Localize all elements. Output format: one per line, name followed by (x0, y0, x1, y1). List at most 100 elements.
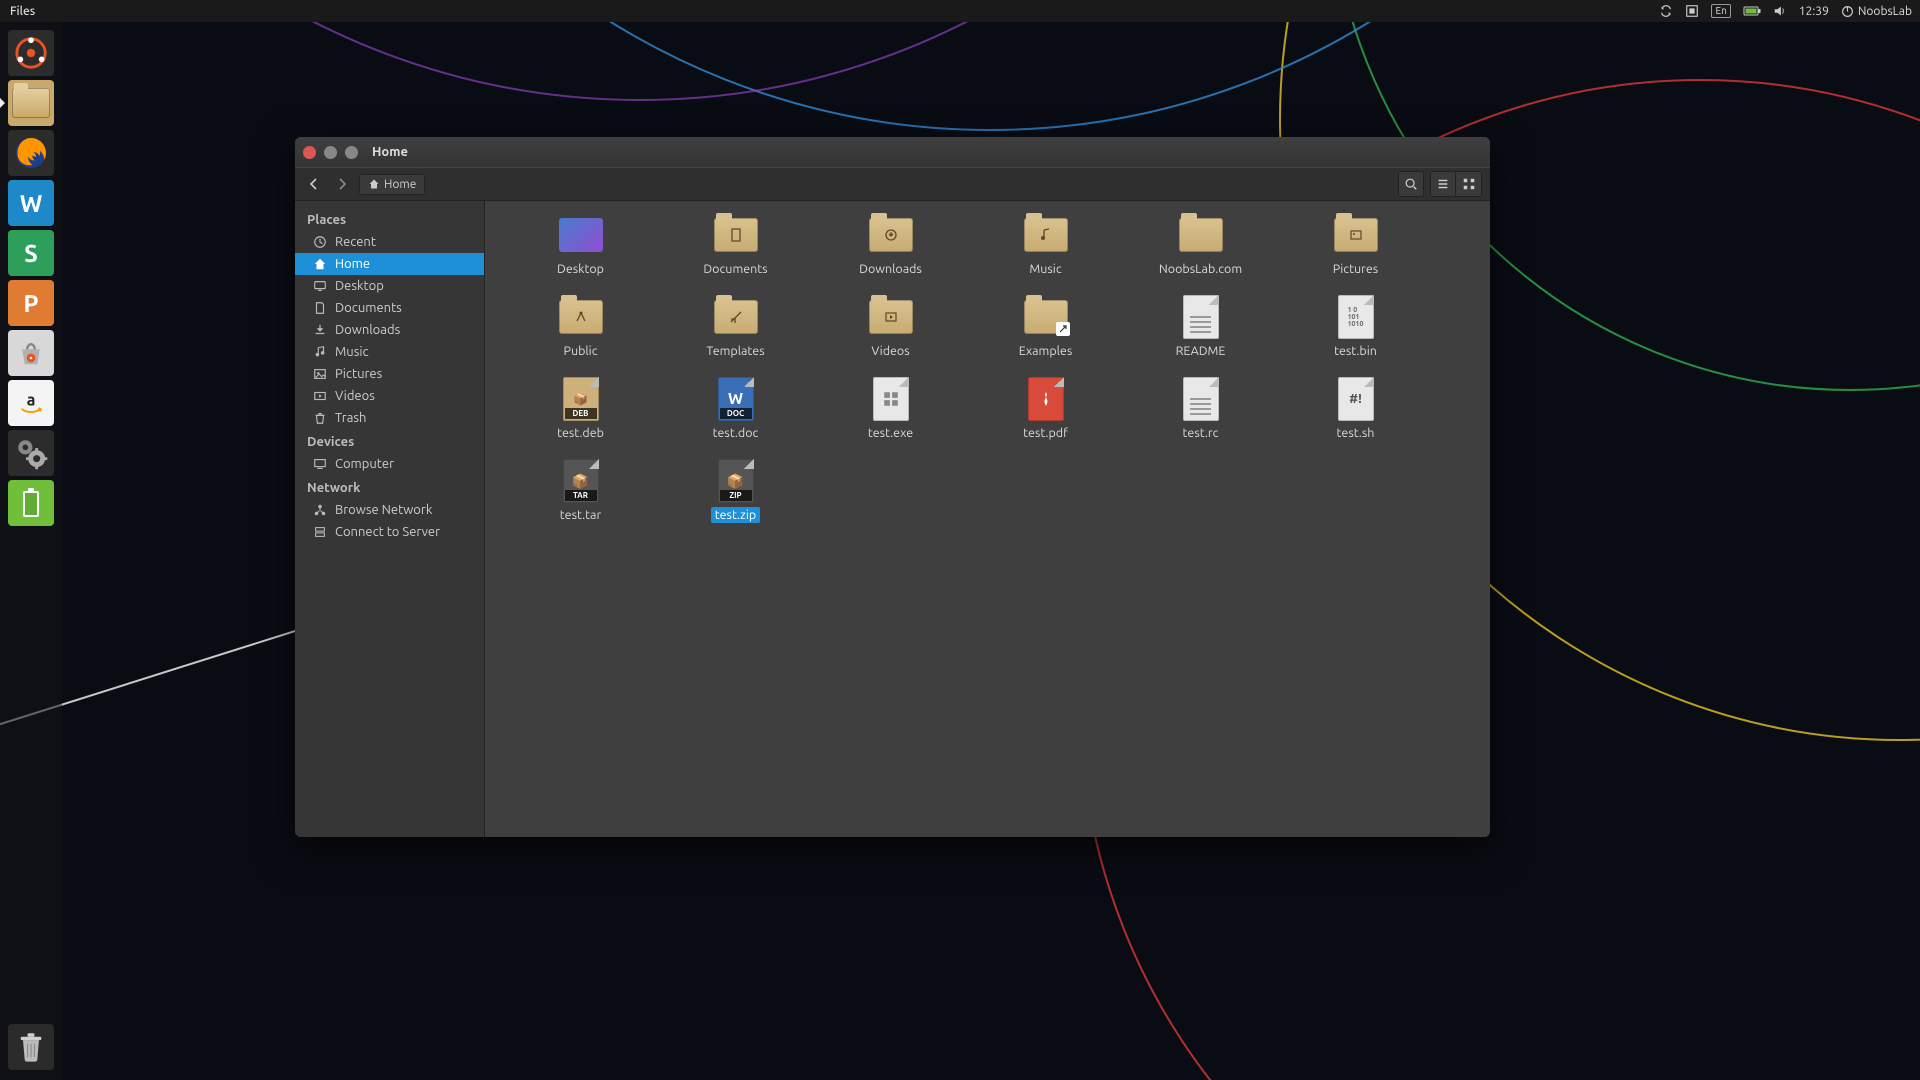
file-item[interactable]: README (1123, 297, 1278, 359)
file-item[interactable]: 📦TARtest.tar (503, 461, 658, 523)
file-label: Documents (699, 261, 771, 277)
file-item[interactable]: Music (968, 215, 1123, 277)
launcher-writer[interactable]: W (6, 178, 56, 228)
file-item[interactable]: Documents (658, 215, 813, 277)
launcher-calc[interactable]: S (6, 228, 56, 278)
file-item[interactable]: 📦ZIPtest.zip (658, 461, 813, 523)
indicator-keyboard-icon[interactable] (1685, 4, 1699, 18)
window-minimize-button[interactable] (324, 146, 337, 159)
sidebar-item-label: Computer (335, 457, 394, 471)
file-icon (557, 297, 605, 337)
launcher-battery[interactable] (6, 478, 56, 528)
sidebar-item-home[interactable]: Home (295, 253, 484, 275)
sidebar-item-label: Trash (335, 411, 366, 425)
top-panel: Files En 12:39 NoobsLab (0, 0, 1920, 22)
sidebar-item-label: Recent (335, 235, 376, 249)
indicator-clock[interactable]: 12:39 (1799, 5, 1829, 18)
file-label: test.rc (1179, 425, 1223, 441)
file-icon: #! (1332, 379, 1380, 419)
sidebar-item-connect[interactable]: Connect to Server (295, 521, 484, 543)
sidebar-item-recent[interactable]: Recent (295, 231, 484, 253)
sidebar-item-downloads[interactable]: Downloads (295, 319, 484, 341)
launcher-amazon[interactable]: a (6, 378, 56, 428)
sidebar-item-videos[interactable]: Videos (295, 385, 484, 407)
view-grid-button[interactable] (1456, 171, 1482, 197)
indicator-battery-icon[interactable] (1743, 5, 1761, 17)
path-home-button[interactable]: Home (359, 174, 425, 195)
sidebar-item-pictures[interactable]: Pictures (295, 363, 484, 385)
file-icon (712, 215, 760, 255)
file-item[interactable]: 📦DEBtest.deb (503, 379, 658, 441)
sidebar-item-desktop[interactable]: Desktop (295, 275, 484, 297)
file-item[interactable]: test.exe (813, 379, 968, 441)
file-label: test.exe (864, 425, 917, 441)
toolbar: Home (295, 167, 1490, 201)
file-icon (1177, 379, 1225, 419)
launcher-software[interactable] (6, 328, 56, 378)
nav-back-button[interactable] (303, 172, 325, 196)
file-icon (1022, 215, 1070, 255)
sidebar-item-label: Desktop (335, 279, 384, 293)
sidebar-item-trash[interactable]: Trash (295, 407, 484, 429)
search-button[interactable] (1398, 171, 1424, 197)
sidebar-places-header: Places (295, 207, 484, 231)
file-label: test.deb (553, 425, 608, 441)
sidebar-item-browse[interactable]: Browse Network (295, 499, 484, 521)
unity-launcher: WSPa (0, 22, 62, 1080)
indicator-sound-icon[interactable] (1773, 4, 1787, 18)
sidebar-item-music[interactable]: Music (295, 341, 484, 363)
file-item[interactable]: test.rc (1123, 379, 1278, 441)
file-item[interactable]: Templates (658, 297, 813, 359)
file-item[interactable]: Videos (813, 297, 968, 359)
file-icon (1177, 297, 1225, 337)
file-icon (867, 215, 915, 255)
file-item[interactable]: test.pdf (968, 379, 1123, 441)
launcher-firefox[interactable] (6, 128, 56, 178)
file-label: Videos (867, 343, 913, 359)
file-icon (1177, 215, 1225, 255)
file-icon (867, 297, 915, 337)
indicator-language[interactable]: En (1711, 4, 1730, 18)
nautilus-window: Home Home Places Recent Home Desktop Docume… (295, 137, 1490, 837)
launcher-impress[interactable]: P (6, 278, 56, 328)
window-title: Home (372, 145, 408, 159)
file-item[interactable]: Downloads (813, 215, 968, 277)
sidebar-item-computer[interactable]: Computer (295, 453, 484, 475)
sidebar-item-label: Browse Network (335, 503, 432, 517)
panel-app-menu[interactable]: Files (0, 5, 45, 18)
file-label: test.zip (711, 507, 760, 523)
file-view[interactable]: Desktop Documents DownloadsMusicNoobsLab.c… (485, 201, 1490, 837)
file-item[interactable]: NoobsLab.com (1123, 215, 1278, 277)
window-close-button[interactable] (303, 146, 316, 159)
launcher-settings[interactable] (6, 428, 56, 478)
sidebar-item-label: Documents (335, 301, 402, 315)
file-icon (712, 297, 760, 337)
view-list-button[interactable] (1430, 171, 1456, 197)
window-maximize-button[interactable] (345, 146, 358, 159)
file-item[interactable]: Pictures (1278, 215, 1433, 277)
file-icon: WDOC (712, 379, 760, 419)
file-label: test.sh (1333, 425, 1379, 441)
file-item[interactable]: 1 01011010test.bin (1278, 297, 1433, 359)
window-titlebar[interactable]: Home (295, 137, 1490, 167)
sidebar-item-label: Connect to Server (335, 525, 440, 539)
file-label: Examples (1015, 343, 1077, 359)
file-icon (1022, 379, 1070, 419)
file-item[interactable]: Public (503, 297, 658, 359)
indicator-sync-icon[interactable] (1659, 4, 1673, 18)
indicator-session[interactable]: NoobsLab (1841, 5, 1912, 18)
launcher-dash[interactable] (6, 28, 56, 78)
file-item[interactable]: Desktop (503, 215, 658, 277)
file-item[interactable]: Examples (968, 297, 1123, 359)
file-label: test.pdf (1019, 425, 1072, 441)
svg-text:a: a (27, 392, 36, 410)
file-item[interactable]: #! test.sh (1278, 379, 1433, 441)
launcher-trash[interactable] (6, 1022, 56, 1072)
file-item[interactable]: WDOCtest.doc (658, 379, 813, 441)
launcher-files[interactable] (6, 78, 56, 128)
file-label: Desktop (553, 261, 608, 277)
nav-forward-button[interactable] (331, 172, 353, 196)
file-icon (1022, 297, 1070, 337)
file-icon (557, 215, 605, 255)
sidebar-item-documents[interactable]: Documents (295, 297, 484, 319)
